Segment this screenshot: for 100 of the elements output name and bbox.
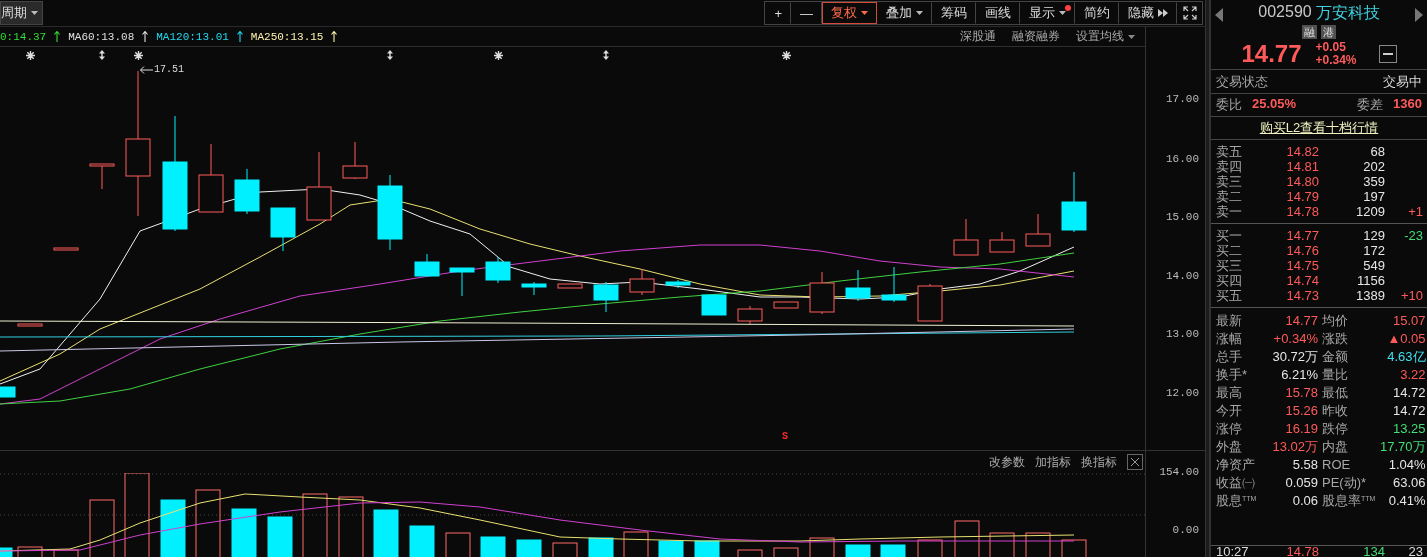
candlestick: [17, 323, 43, 327]
order-price: 14.78: [1285, 204, 1319, 219]
candlestick: [953, 218, 979, 256]
ratio-value: 1360: [1393, 96, 1422, 113]
stat-label: 股息$^{TTM}$: [1216, 492, 1256, 510]
collapse-button[interactable]: [1378, 45, 1397, 63]
order-level-label: 卖二: [1216, 189, 1243, 204]
stat-label: 均价: [1322, 312, 1349, 330]
order-price: 14.81: [1285, 159, 1319, 174]
toolbar-button[interactable]: 画线: [976, 2, 1020, 24]
candlestick: [89, 163, 115, 190]
double-triangle-icon: [1158, 9, 1168, 17]
toolbar-button[interactable]: 简约: [1075, 2, 1119, 24]
candlestick: [593, 281, 619, 313]
volume-bar: [480, 536, 506, 557]
chart-link[interactable]: 融资融券: [1012, 28, 1060, 45]
order-price: 14.76: [1285, 243, 1319, 258]
stat-label: 涨幅: [1216, 330, 1243, 348]
order-level-label: 买二: [1216, 243, 1243, 258]
chart-link[interactable]: 设置均线: [1076, 28, 1135, 45]
toolbar-button[interactable]: 显示: [1020, 2, 1075, 24]
stat-value: 14.77: [1284, 312, 1319, 330]
moving-average-value: 0:14.37: [0, 30, 47, 43]
volume-bar: [195, 489, 221, 557]
order-volume-change: +1: [1407, 204, 1423, 219]
toolbar-button[interactable]: 复权: [822, 2, 877, 24]
order-price: 14.77: [1285, 228, 1319, 243]
order-volume: 172: [1362, 243, 1385, 258]
stat-label: 最新: [1216, 312, 1243, 330]
toolbar-button[interactable]: 隐藏: [1119, 2, 1177, 24]
candlestick: [701, 294, 727, 316]
order-level-label: 卖三: [1216, 174, 1243, 189]
order-volume: 1209: [1355, 204, 1385, 219]
order-level-label: 卖四: [1216, 159, 1243, 174]
up-down-arrow-icon: [99, 50, 105, 60]
volume-bar: [737, 549, 763, 557]
volume-bar: [989, 532, 1015, 557]
toolbar-button[interactable]: 叠加: [877, 2, 932, 24]
stat-value: 16.19: [1284, 420, 1319, 438]
candlestick: [449, 267, 475, 297]
candlestick: [53, 247, 79, 251]
close-button[interactable]: [1127, 454, 1143, 470]
toolbar-button[interactable]: +: [765, 2, 791, 24]
candlestick: [414, 253, 440, 277]
previous-stock-icon[interactable]: [1215, 8, 1223, 22]
signal-marker: S: [782, 431, 788, 442]
order-level-label: 卖五: [1216, 144, 1243, 159]
volume-bar: [588, 537, 614, 557]
level2-link[interactable]: 购买L2查看十档行情: [1259, 119, 1379, 137]
order-price: 14.73: [1285, 288, 1319, 303]
order-level-label: 买四: [1216, 273, 1243, 288]
volume-bar: [516, 539, 542, 557]
expand-corners-icon: [1183, 6, 1197, 20]
stat-label: PE(动)*: [1322, 474, 1368, 492]
period-dropdown[interactable]: 周期: [0, 1, 43, 25]
stat-label: 昨收: [1322, 402, 1349, 420]
up-down-arrow-icon: [603, 50, 609, 60]
caret-icon: [1059, 11, 1066, 15]
toolbar-button[interactable]: —: [791, 2, 822, 24]
indicator-action[interactable]: 换指标: [1081, 453, 1117, 471]
high-price-label: 17.51: [154, 64, 184, 75]
volume-bar: [231, 508, 257, 557]
stat-value: 6.21%: [1280, 366, 1319, 384]
volume-bar: [917, 539, 943, 557]
volume-bar: [954, 520, 980, 557]
candlestick: [0, 386, 16, 398]
tick-volume: 134: [1362, 546, 1385, 557]
current-price: 14.77: [1241, 40, 1302, 68]
stat-label: 收益㈠: [1216, 474, 1256, 492]
up-arrow-icon: [236, 31, 243, 42]
volume-bar: [1061, 539, 1087, 557]
order-price: 14.79: [1285, 189, 1319, 204]
moving-average-value: MA120:13.01: [156, 30, 229, 43]
stat-value: 5.58: [1291, 456, 1319, 474]
trade-status-label: 交易状态: [1216, 72, 1268, 91]
stat-label: 总手: [1216, 348, 1243, 366]
stat-value: 14.72: [1392, 402, 1426, 420]
volume-axis-label: 154.00: [1159, 466, 1199, 478]
price-axis-label: 12.00: [1166, 387, 1199, 399]
stock-tag: 融: [1302, 25, 1317, 39]
price-axis-label: 16.00: [1166, 153, 1199, 165]
price-change: +0.05: [1315, 41, 1347, 54]
candlestick: [737, 305, 763, 325]
stat-value: +0.34%: [1272, 330, 1319, 348]
volume-axis-label: 0.00: [1172, 524, 1199, 536]
minus-icon: [1382, 53, 1393, 55]
candlestick: [881, 266, 907, 303]
next-stock-icon[interactable]: [1415, 8, 1423, 22]
chart-link[interactable]: 深股通: [960, 28, 996, 45]
candlestick: [557, 283, 583, 289]
order-level-label: 买一: [1216, 228, 1243, 243]
caret-icon: [861, 11, 868, 15]
up-down-arrow-icon: [387, 50, 393, 60]
stat-value: 15.26: [1284, 402, 1319, 420]
stat-label: 涨停: [1216, 420, 1243, 438]
stock-name: 万安科技: [1315, 3, 1380, 23]
indicator-action[interactable]: 改参数: [989, 453, 1025, 471]
indicator-action[interactable]: 加指标: [1035, 453, 1071, 471]
toolbar-button[interactable]: 筹码: [932, 2, 976, 24]
stat-value: 13.25: [1392, 420, 1426, 438]
